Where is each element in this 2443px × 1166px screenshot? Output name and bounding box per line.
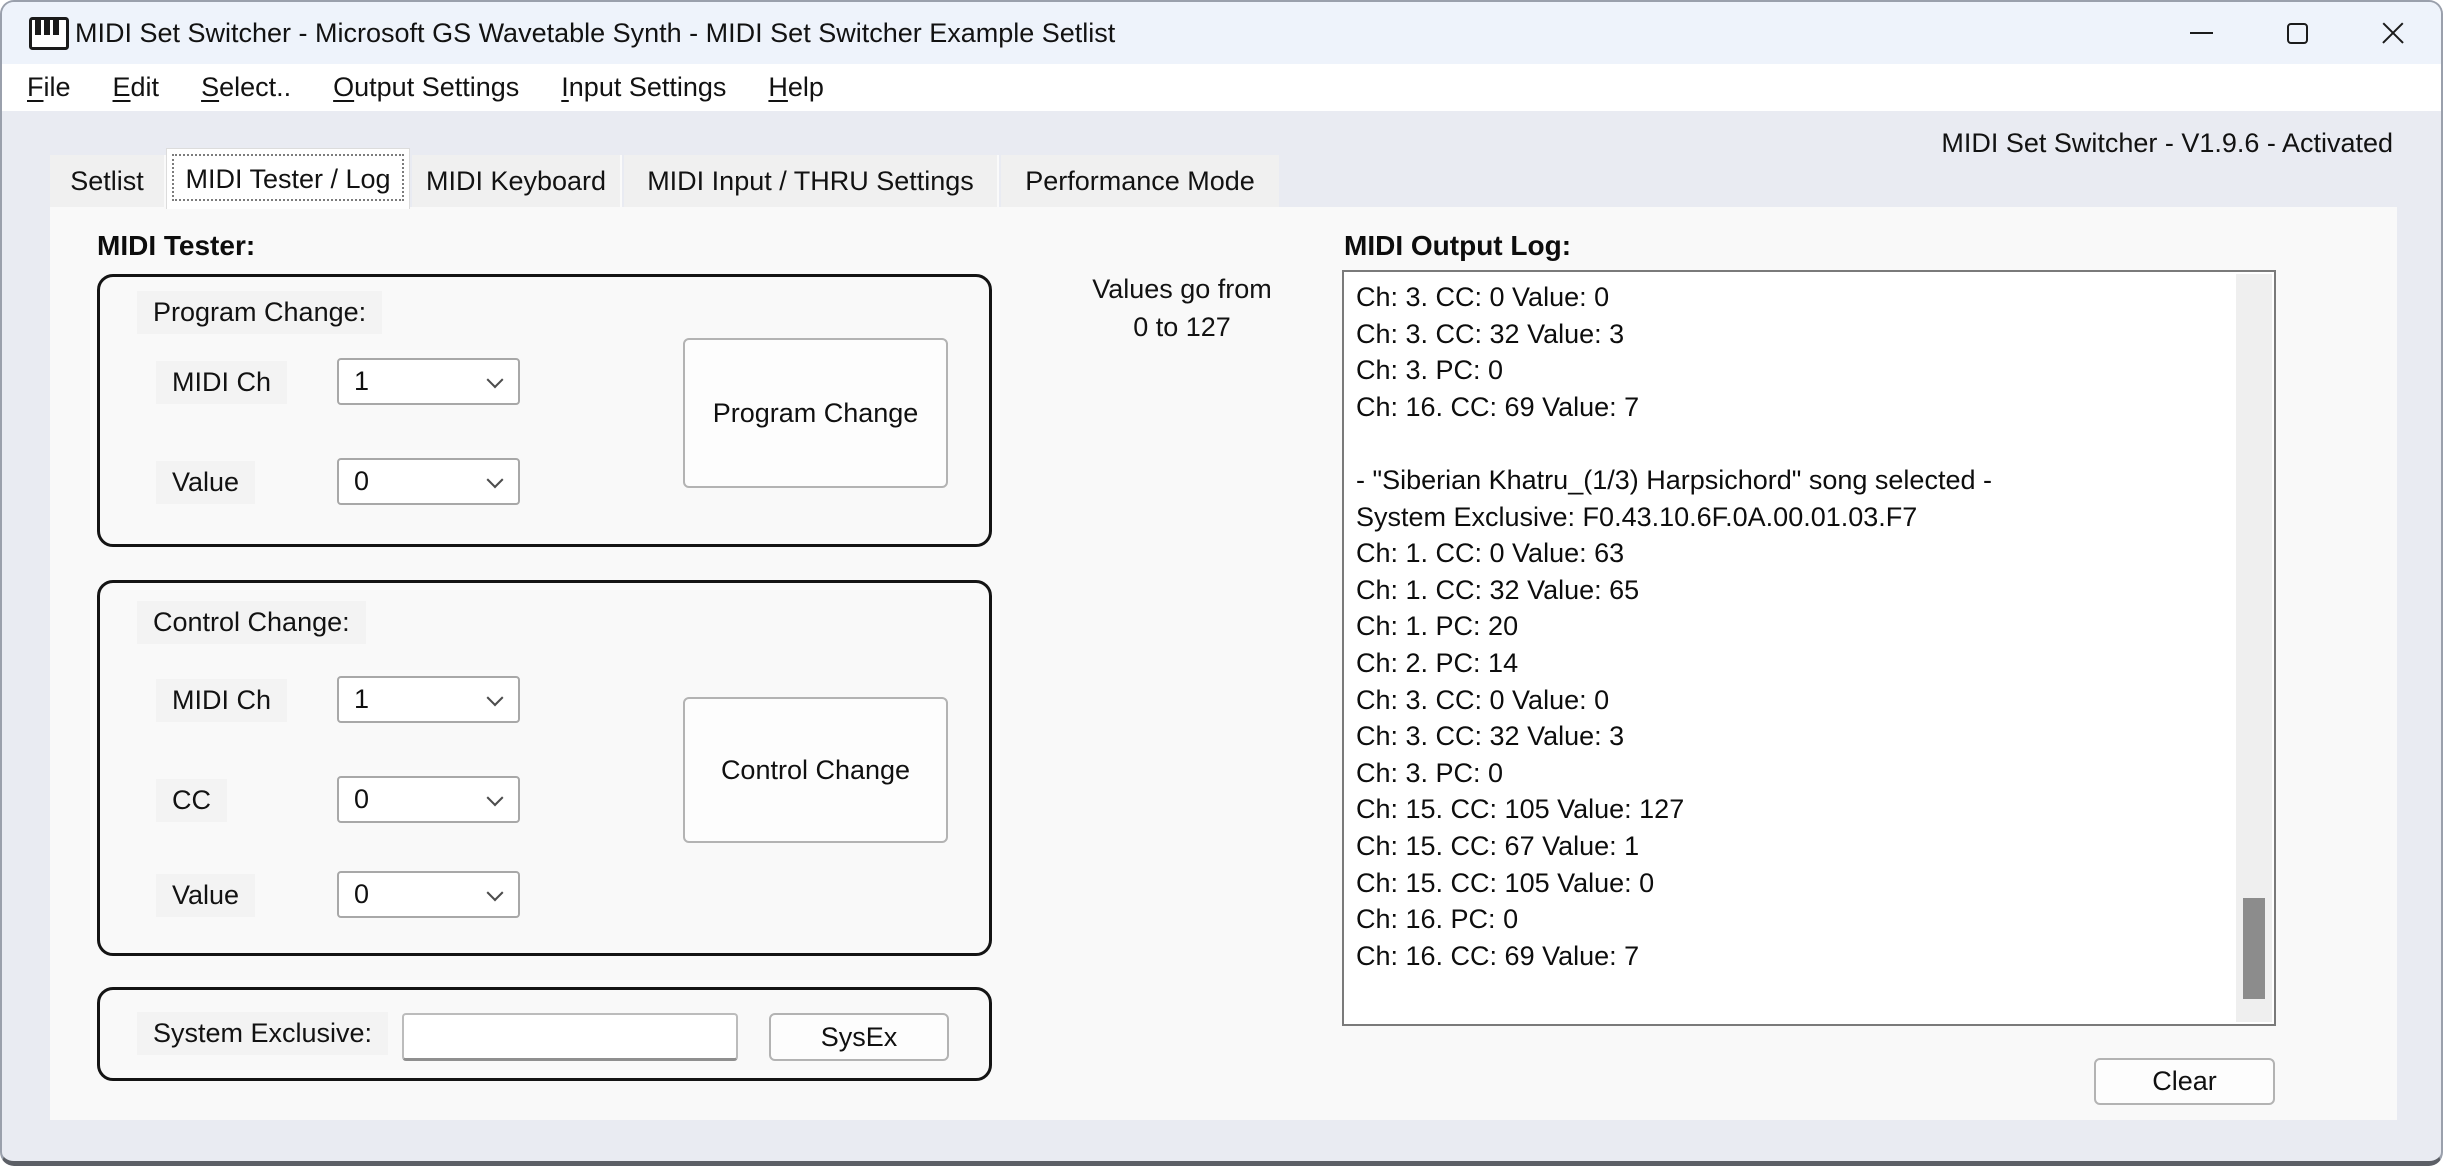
midi-output-log-heading: MIDI Output Log: <box>1344 230 1571 262</box>
caption-buttons <box>2153 2 2441 64</box>
version-status-text: MIDI Set Switcher - V1.9.6 - Activated <box>1941 128 2393 159</box>
log-line: Ch: 3. CC: 0 Value: 0 <box>1356 682 2226 719</box>
menu-edit[interactable]: Edit <box>92 64 181 111</box>
pc-midi-ch-label: MIDI Ch <box>156 361 287 404</box>
log-line: Ch: 15. CC: 105 Value: 127 <box>1356 791 2226 828</box>
log-line: Ch: 3. PC: 0 <box>1356 352 2226 389</box>
cc-value-label: Value <box>156 874 255 917</box>
maximize-icon <box>2287 23 2308 44</box>
log-line: Ch: 16. CC: 69 Value: 7 <box>1356 389 2226 426</box>
log-line: Ch: 16. CC: 69 Value: 7 <box>1356 938 2226 975</box>
pc-value-select[interactable]: 0 <box>337 458 520 505</box>
tab-setlist[interactable]: Setlist <box>50 155 166 207</box>
piano-keys-icon <box>29 17 69 50</box>
control-change-group: Control Change: MIDI Ch 1 CC 0 Value 0 C… <box>97 580 992 956</box>
log-line: Ch: 2. PC: 14 <box>1356 645 2226 682</box>
menu-help[interactable]: Help <box>747 64 845 111</box>
menu-file[interactable]: File <box>6 64 92 111</box>
log-line: Ch: 1. CC: 0 Value: 63 <box>1356 535 2226 572</box>
log-line: Ch: 3. CC: 0 Value: 0 <box>1356 279 2226 316</box>
control-change-title: Control Change: <box>137 601 366 644</box>
log-line <box>1356 425 2226 462</box>
minimize-button[interactable] <box>2153 2 2249 64</box>
tab-midi-tester-log[interactable]: MIDI Tester / Log <box>166 148 410 209</box>
chevron-down-icon <box>487 789 504 806</box>
program-change-group: Program Change: MIDI Ch 1 Value 0 Progra… <box>97 274 992 547</box>
menu-select[interactable]: Select.. <box>180 64 312 111</box>
cc-value-select[interactable]: 0 <box>337 871 520 918</box>
log-line: Ch: 3. CC: 32 Value: 3 <box>1356 316 2226 353</box>
log-line: Ch: 1. PC: 20 <box>1356 608 2226 645</box>
clear-log-button[interactable]: Clear <box>2094 1058 2275 1105</box>
pc-midi-ch-select[interactable]: 1 <box>337 358 520 405</box>
app-window: MIDI Set Switcher - Microsoft GS Wavetab… <box>0 0 2443 1166</box>
minimize-icon <box>2190 32 2213 34</box>
chevron-down-icon <box>487 471 504 488</box>
midi-output-log[interactable]: Ch: 3. CC: 0 Value: 0 Ch: 3. CC: 32 Valu… <box>1342 270 2276 1026</box>
midi-tester-heading: MIDI Tester: <box>97 230 255 262</box>
system-exclusive-group: System Exclusive: SysEx <box>97 987 992 1081</box>
log-scrollbar-track[interactable] <box>2236 274 2272 1022</box>
menu-output-settings[interactable]: Output Settings <box>312 64 540 111</box>
system-exclusive-title: System Exclusive: <box>137 1012 388 1055</box>
log-line: - "Siberian Khatru_(1/3) Harpsichord" so… <box>1356 462 2226 499</box>
control-change-button[interactable]: Control Change <box>683 697 948 843</box>
program-change-button[interactable]: Program Change <box>683 338 948 488</box>
close-button[interactable] <box>2345 2 2441 64</box>
cc-cc-label: CC <box>156 779 227 822</box>
log-line: System Exclusive: F0.43.10.6F.0A.00.01.0… <box>1356 499 2226 536</box>
pc-value-label: Value <box>156 461 255 504</box>
log-line: Ch: 15. CC: 105 Value: 0 <box>1356 865 2226 902</box>
log-line: Ch: 1. CC: 32 Value: 65 <box>1356 572 2226 609</box>
maximize-button[interactable] <box>2249 2 2345 64</box>
log-scrollbar-thumb[interactable] <box>2243 898 2265 999</box>
tab-midi-keyboard[interactable]: MIDI Keyboard <box>412 155 622 207</box>
tab-performance-mode[interactable]: Performance Mode <box>1001 155 1279 207</box>
values-range-note: Values go from 0 to 127 <box>1042 270 1322 346</box>
sysex-input[interactable] <box>402 1013 738 1061</box>
cc-cc-select[interactable]: 0 <box>337 776 520 823</box>
close-icon <box>2379 19 2407 47</box>
title-bar: MIDI Set Switcher - Microsoft GS Wavetab… <box>2 2 2441 64</box>
menu-bar: File Edit Select.. Output Settings Input… <box>2 64 2441 111</box>
log-line: Ch: 16. PC: 0 <box>1356 901 2226 938</box>
menu-input-settings[interactable]: Input Settings <box>540 64 747 111</box>
log-line: Ch: 3. PC: 0 <box>1356 755 2226 792</box>
chevron-down-icon <box>487 371 504 388</box>
sysex-button[interactable]: SysEx <box>769 1013 949 1061</box>
program-change-title: Program Change: <box>137 291 382 334</box>
log-line: Ch: 15. CC: 67 Value: 1 <box>1356 828 2226 865</box>
chevron-down-icon <box>487 884 504 901</box>
window-title: MIDI Set Switcher - Microsoft GS Wavetab… <box>75 18 1115 49</box>
log-line: Ch: 3. CC: 32 Value: 3 <box>1356 718 2226 755</box>
cc-midi-ch-label: MIDI Ch <box>156 679 287 722</box>
tab-midi-input-thru[interactable]: MIDI Input / THRU Settings <box>624 155 999 207</box>
log-lines: Ch: 3. CC: 0 Value: 0 Ch: 3. CC: 32 Valu… <box>1356 279 2226 974</box>
chevron-down-icon <box>487 689 504 706</box>
cc-midi-ch-select[interactable]: 1 <box>337 676 520 723</box>
